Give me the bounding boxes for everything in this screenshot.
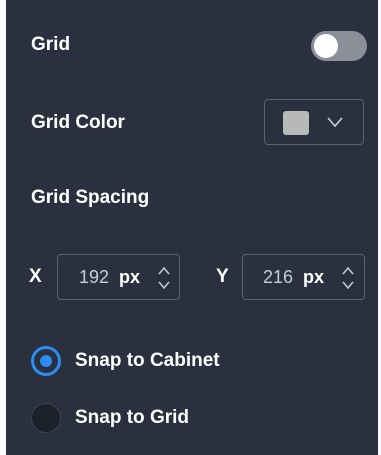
x-axis-label: X — [29, 266, 42, 287]
y-stepper-icon[interactable] — [341, 262, 355, 294]
color-swatch — [283, 111, 309, 135]
snap-to-grid-label[interactable]: Snap to Grid — [75, 407, 189, 429]
chevron-down-icon — [327, 115, 343, 133]
x-stepper-icon[interactable] — [157, 262, 171, 294]
snap-to-cabinet-label[interactable]: Snap to Cabinet — [75, 350, 220, 372]
grid-spacing-x-input[interactable]: 192 px — [57, 254, 180, 300]
y-unit: px — [303, 267, 325, 287]
grid-label: Grid — [31, 34, 71, 55]
radio-dot — [40, 355, 52, 367]
grid-toggle[interactable] — [311, 31, 367, 61]
grid-spacing-y-input[interactable]: 216 px — [242, 254, 365, 300]
grid-spacing-label: Grid Spacing — [31, 187, 150, 208]
y-axis-label: Y — [216, 266, 229, 287]
x-value: 192 — [79, 267, 110, 287]
grid-color-label: Grid Color — [31, 112, 125, 133]
grid-settings-panel: Grid Grid Color Grid Spacing X 192 px Y … — [6, 0, 378, 455]
snap-to-grid-radio[interactable] — [31, 403, 61, 433]
snap-to-cabinet-radio[interactable] — [31, 346, 61, 376]
grid-color-dropdown[interactable] — [264, 99, 364, 145]
x-unit: px — [119, 267, 141, 287]
toggle-knob — [314, 34, 338, 58]
y-value: 216 — [263, 267, 294, 287]
